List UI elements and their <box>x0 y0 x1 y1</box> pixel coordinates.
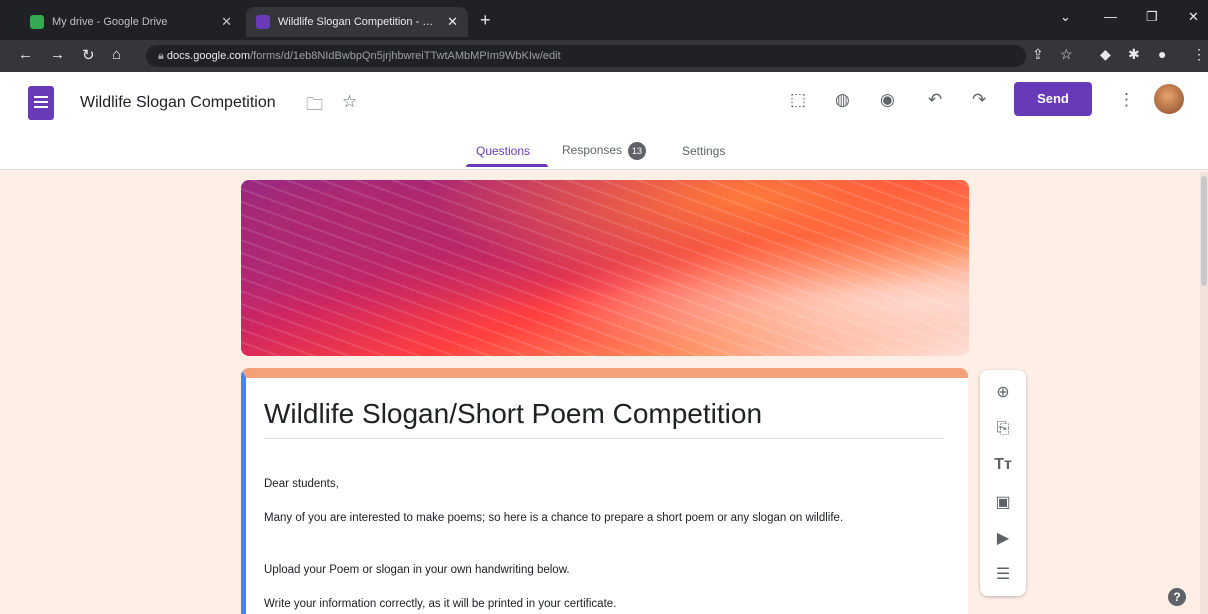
description-paragraph[interactable]: Upload your Poem or slogan in your own h… <box>264 562 904 578</box>
url-host: docs.google.com <box>166 50 251 62</box>
responses-count-badge: 13 <box>628 142 647 160</box>
back-icon[interactable]: ← <box>18 46 33 63</box>
add-image-icon[interactable]: ▣ <box>980 492 1026 512</box>
browser-toolbar: ← → ↻ ⌂ 🔒︎ docs.google.com/forms/d/1eb8N… <box>0 40 1208 72</box>
reload-icon[interactable]: ↻ <box>82 46 95 64</box>
question-toolbar: ⊕ ⎘ Tт ▣ ▶ ☰ <box>980 370 1026 596</box>
palette-icon[interactable]: ◍ <box>835 90 850 110</box>
forward-icon[interactable]: → <box>50 46 65 63</box>
star-icon[interactable]: ☆ <box>1060 46 1073 63</box>
tab-responses[interactable]: Responses 13 <box>562 142 647 160</box>
tab-questions[interactable]: Questions <box>476 144 530 158</box>
minimize-icon[interactable]: — <box>1104 9 1117 24</box>
add-title-icon[interactable]: Tт <box>980 456 1026 474</box>
active-tab-indicator <box>466 164 548 167</box>
tab-responses-label: Responses <box>562 143 623 157</box>
profile-icon[interactable]: ● <box>1158 46 1166 62</box>
tab-title: My drive - Google Drive <box>52 16 168 28</box>
address-bar[interactable]: 🔒︎ docs.google.com/forms/d/1eb8NIdBwbpQn… <box>146 45 1026 67</box>
star-icon[interactable]: ☆ <box>342 92 357 112</box>
import-questions-icon[interactable]: ⎘ <box>980 420 1026 438</box>
description-paragraph[interactable]: Dear students, <box>264 476 904 492</box>
form-heading[interactable]: Wildlife Slogan/Short Poem Competition <box>264 398 762 430</box>
tab-settings[interactable]: Settings <box>682 144 725 158</box>
send-button[interactable]: Send <box>1014 82 1092 116</box>
help-icon[interactable]: ? <box>1168 588 1186 606</box>
puzzle-icon[interactable]: ✱ <box>1128 46 1140 63</box>
addon-icon[interactable]: ⬚ <box>790 90 806 110</box>
avatar[interactable] <box>1154 84 1184 114</box>
chevron-down-icon[interactable]: ⌄ <box>1060 9 1071 25</box>
lock-icon: 🔒︎ <box>158 50 167 62</box>
share-icon[interactable]: ⇪ <box>1032 46 1044 63</box>
forms-logo-icon[interactable] <box>28 86 54 120</box>
scrollbar-thumb[interactable] <box>1201 176 1207 286</box>
add-question-icon[interactable]: ⊕ <box>980 382 1026 402</box>
preview-eye-icon[interactable]: ◉ <box>880 90 895 110</box>
divider <box>264 438 944 439</box>
header-banner-image <box>241 180 969 356</box>
plus-icon[interactable]: + <box>480 10 491 31</box>
undo-icon[interactable]: ↶ <box>928 90 942 110</box>
add-video-icon[interactable]: ▶ <box>980 528 1026 548</box>
url-path: /forms/d/1eb8NIdBwbpQn5jrjhbwreiTTwtAMbM… <box>250 50 561 62</box>
folder-icon[interactable]: 🗀︎ <box>306 92 323 121</box>
redo-icon[interactable]: ↷ <box>972 90 986 110</box>
add-section-icon[interactable]: ☰ <box>980 564 1026 584</box>
browser-tab-strip: My drive - Google Drive ✕ Wildlife Sloga… <box>0 0 1208 40</box>
description-paragraph[interactable]: Write your information correctly, as it … <box>264 596 904 612</box>
close-window-icon[interactable]: ✕ <box>1188 9 1199 25</box>
form-title[interactable]: Wildlife Slogan Competition <box>80 94 276 112</box>
description-paragraph[interactable]: Many of you are interested to make poems… <box>264 510 904 526</box>
more-vert-icon[interactable]: ⋮ <box>1192 46 1206 63</box>
restore-icon[interactable]: ❐ <box>1146 9 1158 25</box>
close-icon[interactable]: ✕ <box>221 14 232 30</box>
home-icon[interactable]: ⌂ <box>112 46 121 63</box>
extension-icon[interactable]: ◆ <box>1100 46 1111 63</box>
drive-favicon-icon <box>30 15 44 29</box>
form-title-card[interactable]: Wildlife Slogan/Short Poem Competition D… <box>241 368 968 614</box>
more-vert-icon[interactable]: ⋮ <box>1118 90 1135 110</box>
browser-tab-forms[interactable]: Wildlife Slogan Competition - Google For… <box>246 7 468 37</box>
tab-title: Wildlife Slogan Competition - Google For… <box>278 16 442 28</box>
forms-favicon-icon <box>256 15 270 29</box>
forms-header: Wildlife Slogan Competition 🗀︎ ☆ ⬚ ◍ ◉ ↶… <box>0 72 1208 170</box>
browser-tab-drive[interactable]: My drive - Google Drive ✕ <box>20 7 242 37</box>
close-icon[interactable]: ✕ <box>447 14 458 30</box>
